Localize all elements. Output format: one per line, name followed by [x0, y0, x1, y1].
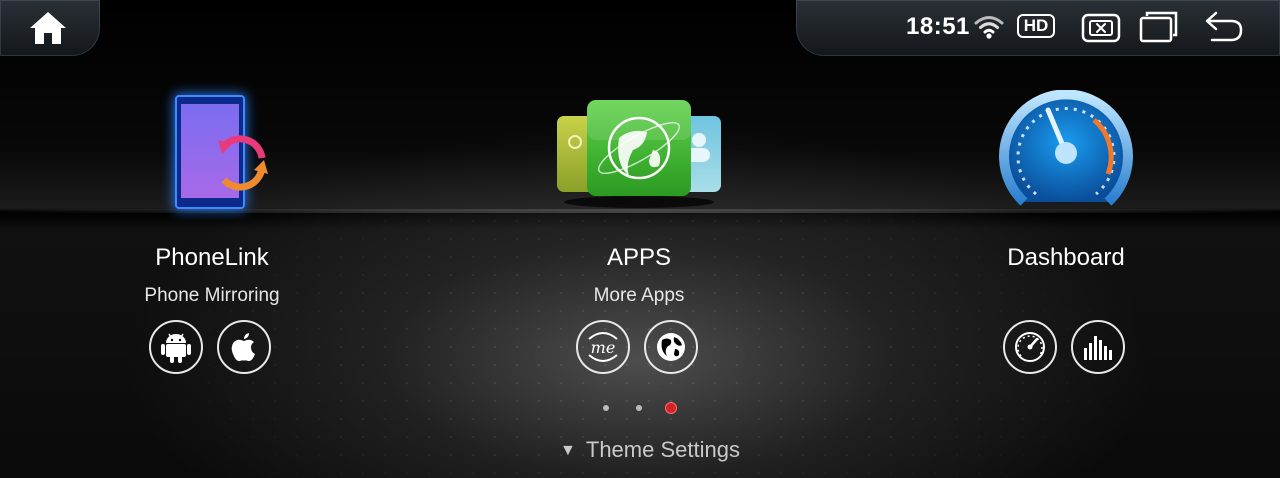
- apps-icon[interactable]: [489, 80, 789, 220]
- apple-button[interactable]: [217, 320, 271, 374]
- triangle-down-icon: ▼: [560, 442, 576, 459]
- app-title: APPS: [606, 244, 672, 271]
- android-button[interactable]: [149, 320, 203, 374]
- app-dashboard[interactable]: Dashboard: [916, 80, 1216, 374]
- equalizer-button[interactable]: [1071, 320, 1125, 374]
- phonelink-icon[interactable]: [62, 80, 362, 220]
- page-dot[interactable]: [603, 405, 609, 411]
- speedometer-icon[interactable]: [916, 80, 1216, 220]
- gauge-button[interactable]: [1003, 320, 1057, 374]
- app-title: Dashboard: [1007, 244, 1125, 271]
- close-window-icon[interactable]: [1081, 13, 1121, 43]
- equalizer-icon: [1084, 336, 1112, 360]
- app-title: PhoneLink: [155, 244, 269, 271]
- back-icon[interactable]: [1204, 11, 1244, 43]
- me-icon: me: [588, 332, 618, 362]
- android-icon: [161, 333, 191, 363]
- globe-icon: [657, 333, 685, 361]
- me-button[interactable]: me: [576, 320, 630, 374]
- recent-apps-icon[interactable]: [1139, 11, 1179, 43]
- status-bar: 18:51 HD: [796, 0, 1280, 56]
- gauge-icon: [1015, 332, 1045, 362]
- theme-settings-button[interactable]: ▼ Theme Settings: [540, 437, 760, 463]
- page-dot[interactable]: [636, 405, 642, 411]
- app-apps[interactable]: APPS More Apps me: [489, 80, 789, 374]
- home-button[interactable]: [0, 0, 100, 56]
- page-indicator: [600, 402, 680, 414]
- hd-label: HD: [1023, 16, 1049, 35]
- app-subtitle: More Apps: [593, 285, 685, 306]
- hd-badge: HD: [1017, 14, 1055, 38]
- apple-icon: [231, 333, 255, 362]
- home-icon: [30, 12, 66, 44]
- app-subtitle: Phone Mirroring: [144, 285, 280, 306]
- app-phonelink[interactable]: PhoneLink Phone Mirroring: [62, 80, 362, 374]
- clock: 18:51: [906, 13, 970, 40]
- page-dot-active[interactable]: [665, 402, 677, 414]
- svg-text:me: me: [591, 338, 616, 357]
- globe-button[interactable]: [644, 320, 698, 374]
- wifi-icon: [974, 16, 1004, 39]
- theme-settings-label: Theme Settings: [585, 437, 740, 462]
